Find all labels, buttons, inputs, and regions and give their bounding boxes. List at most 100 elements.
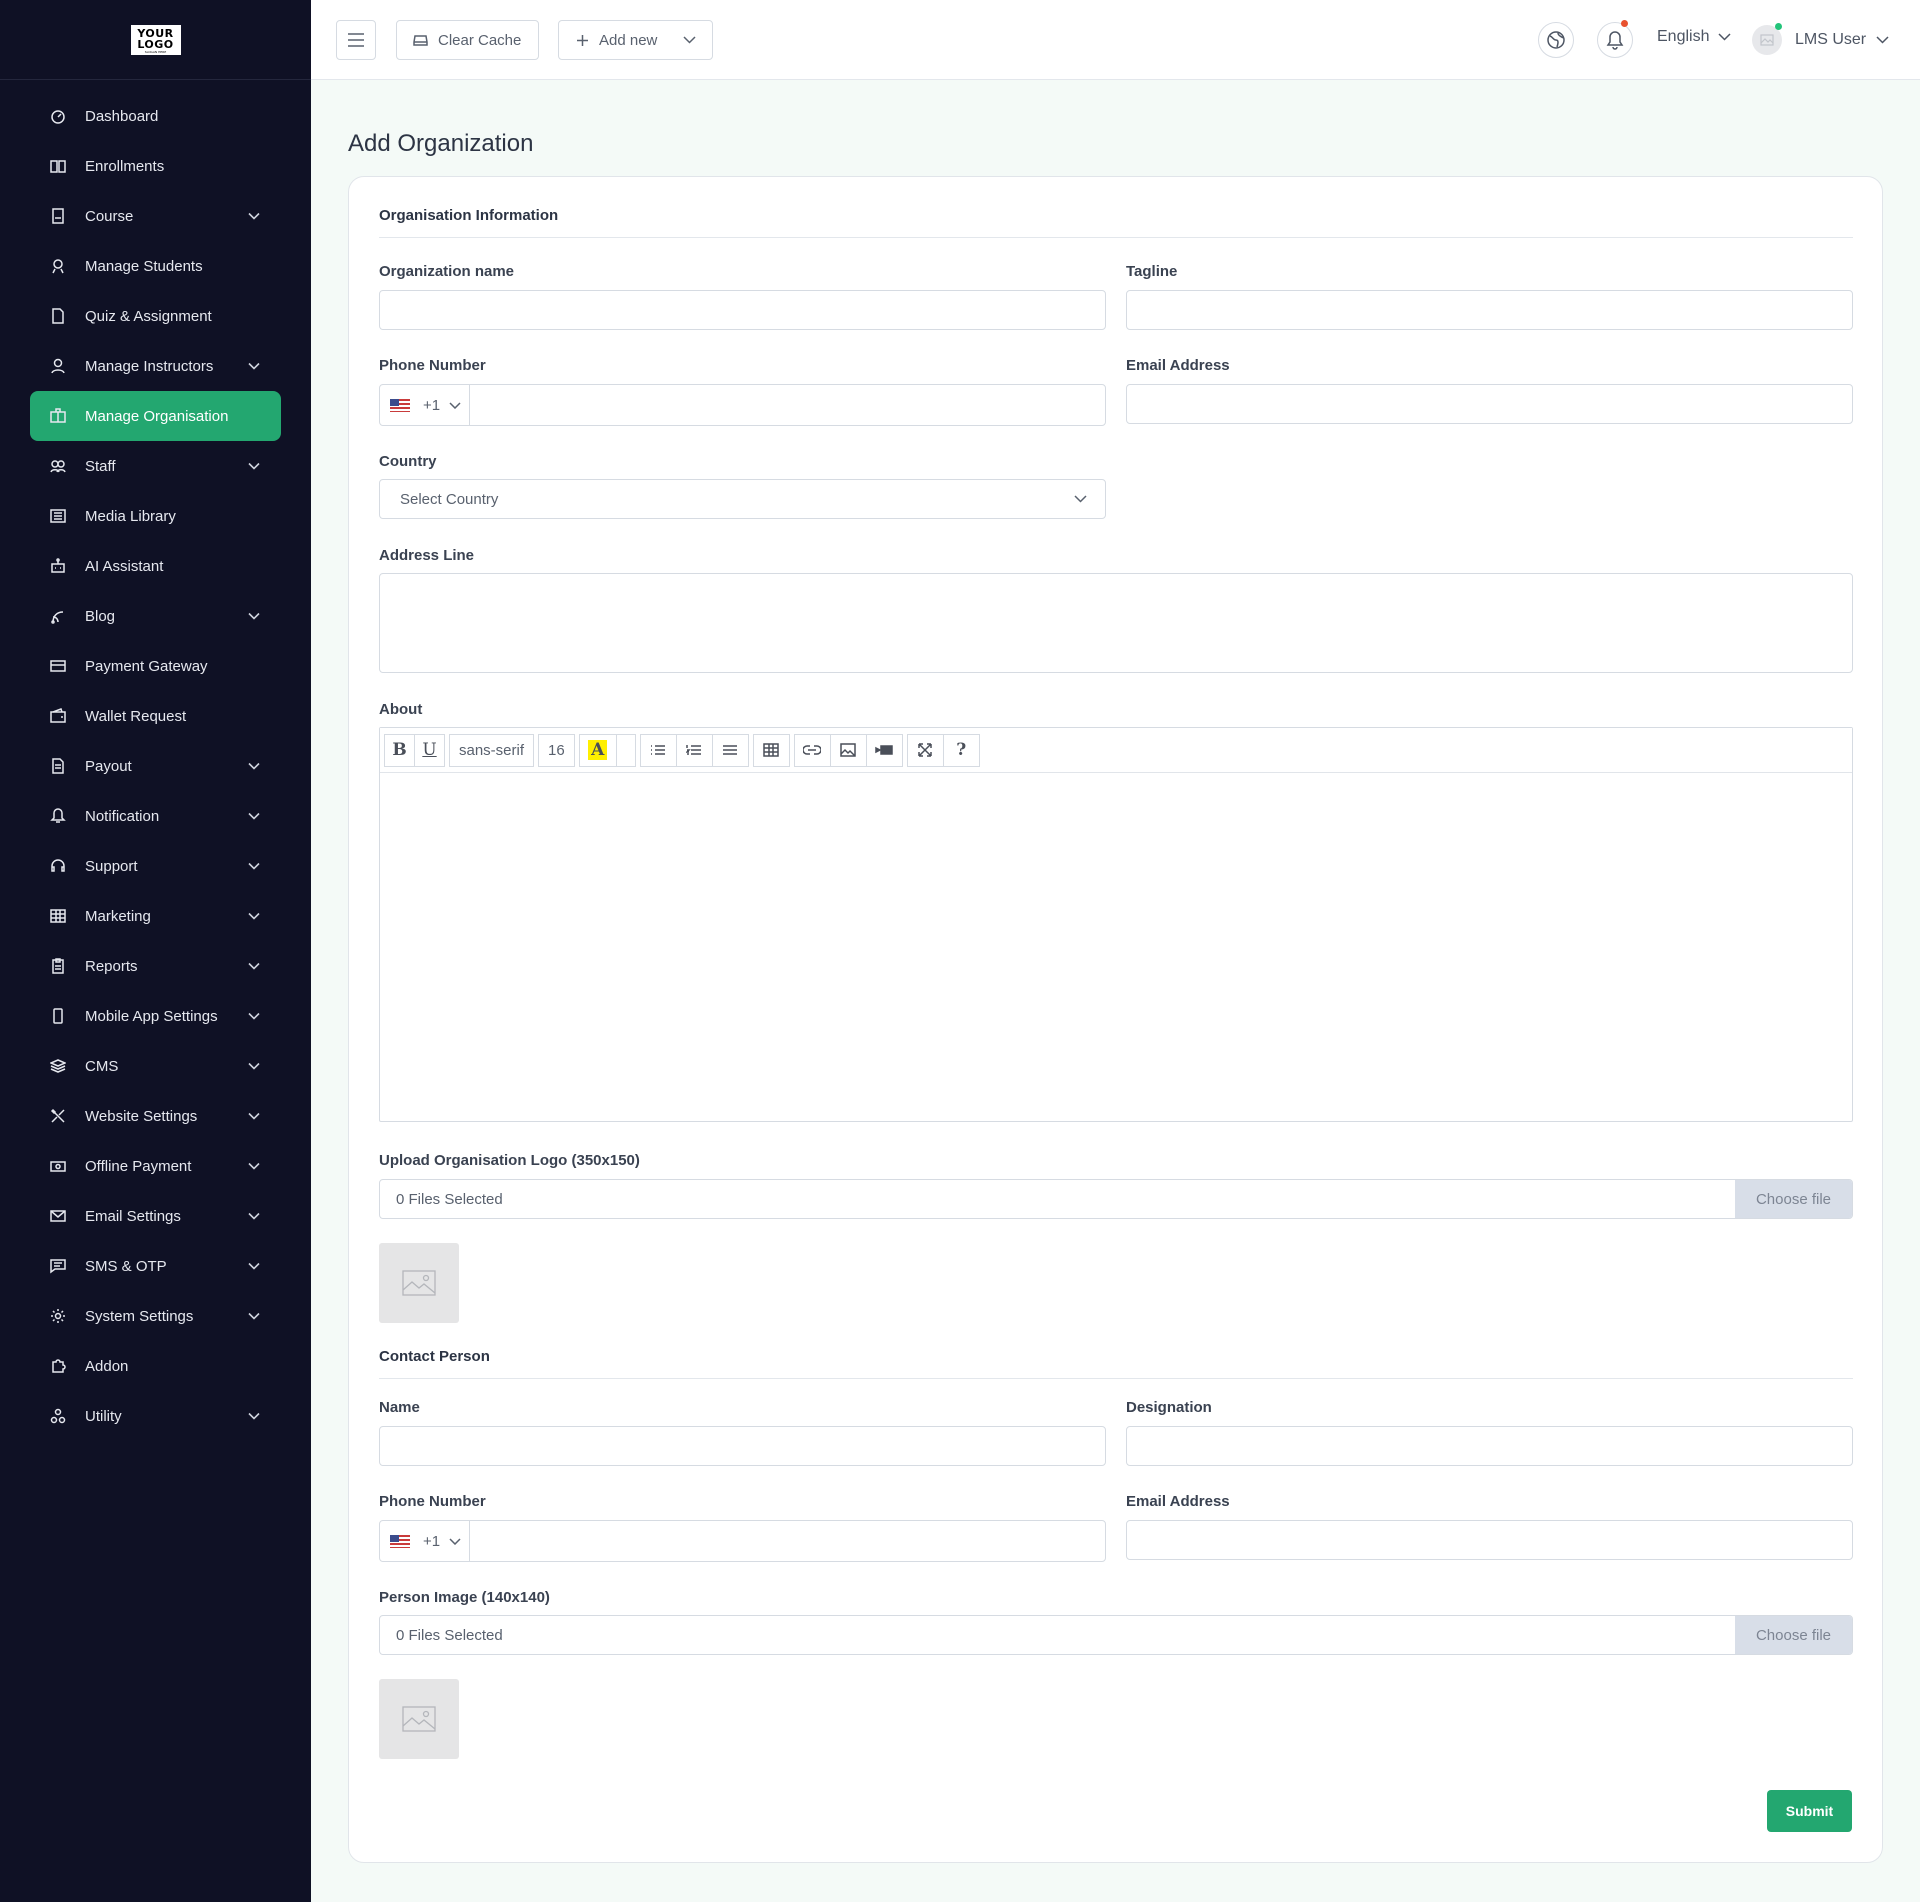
contact-phone-input[interactable] xyxy=(470,1522,1105,1560)
sidebar-item-enrollments[interactable]: Enrollments xyxy=(30,141,281,191)
sidebar-item-offline-payment[interactable]: Offline Payment xyxy=(30,1141,281,1191)
contact-country-code-selector[interactable]: +1 xyxy=(380,1521,470,1561)
logo-line-2: LOGO xyxy=(137,37,174,51)
person-image-choose-file-button[interactable]: Choose file xyxy=(1735,1616,1852,1654)
chevron-down-icon[interactable] xyxy=(247,859,261,873)
document-icon xyxy=(50,308,66,324)
chevron-down-icon[interactable] xyxy=(247,209,261,223)
fullscreen-button[interactable] xyxy=(906,733,944,767)
unordered-list-button[interactable] xyxy=(639,733,677,767)
tagline-input[interactable] xyxy=(1126,290,1853,330)
person-image-file-input[interactable]: 0 Files Selected Choose file xyxy=(379,1615,1853,1655)
chevron-down-icon[interactable] xyxy=(247,909,261,923)
chevron-down-icon[interactable] xyxy=(247,359,261,373)
chevron-down-icon[interactable] xyxy=(247,809,261,823)
country-code-selector[interactable]: +1 xyxy=(380,385,470,425)
sidebar-item-addon[interactable]: Addon xyxy=(30,1341,281,1391)
person-image-preview xyxy=(379,1679,459,1759)
sidebar-item-marketing[interactable]: Marketing xyxy=(30,891,281,941)
image-button[interactable] xyxy=(829,733,867,767)
submit-button[interactable]: Submit xyxy=(1767,1790,1852,1832)
color-dropdown-button[interactable] xyxy=(615,733,636,767)
sidebar-item-course[interactable]: Course xyxy=(30,191,281,241)
sidebar-item-sms-and-otp[interactable]: SMS & OTP xyxy=(30,1241,281,1291)
logo-file-input[interactable]: 0 Files Selected Choose file xyxy=(379,1179,1853,1219)
sidebar-item-mobile-app-settings[interactable]: Mobile App Settings xyxy=(30,991,281,1041)
sidebar-item-system-settings[interactable]: System Settings xyxy=(30,1291,281,1341)
chevron-down-icon[interactable] xyxy=(247,609,261,623)
sidebar-item-reports[interactable]: Reports xyxy=(30,941,281,991)
bold-button[interactable]: B xyxy=(384,733,415,767)
align-button[interactable] xyxy=(711,733,749,767)
sidebar-item-payout[interactable]: Payout xyxy=(30,741,281,791)
dashboard-icon xyxy=(50,108,66,124)
designation-input[interactable] xyxy=(1126,1426,1853,1466)
menu-toggle-button[interactable] xyxy=(336,20,376,60)
phone-input[interactable] xyxy=(470,386,1105,424)
clear-cache-button[interactable]: Clear Cache xyxy=(396,20,539,60)
language-selector[interactable]: English xyxy=(1657,28,1732,46)
sidebar-item-support[interactable]: Support xyxy=(30,841,281,891)
video-button[interactable] xyxy=(865,733,903,767)
phone-field: +1 xyxy=(379,384,1106,426)
logo[interactable]: YOUR LOGO SLOGAN HERE xyxy=(130,24,181,55)
chevron-down-icon[interactable] xyxy=(247,759,261,773)
chevron-down-icon[interactable] xyxy=(247,1109,261,1123)
chevron-down-icon[interactable] xyxy=(247,1059,261,1073)
help-button[interactable]: ? xyxy=(942,733,980,767)
link-button[interactable] xyxy=(793,733,831,767)
us-flag-icon xyxy=(390,398,410,412)
sidebar-item-manage-students[interactable]: Manage Students xyxy=(30,241,281,291)
font-family-dropdown[interactable]: sans-serif xyxy=(449,733,535,767)
font-size-dropdown[interactable]: 16 xyxy=(538,733,575,767)
editor-content-area[interactable] xyxy=(380,773,1852,1121)
chevron-down-icon[interactable] xyxy=(247,1159,261,1173)
contact-email-label: Email Address xyxy=(1126,1493,1230,1510)
underline-button[interactable]: U xyxy=(414,733,445,767)
sidebar-item-ai-assistant[interactable]: AI Assistant xyxy=(30,541,281,591)
sidebar-item-manage-organisation[interactable]: Manage Organisation xyxy=(30,391,281,441)
sidebar-item-blog[interactable]: Blog xyxy=(30,591,281,641)
text-color-button[interactable]: A xyxy=(578,733,617,767)
sidebar-item-website-settings[interactable]: Website Settings xyxy=(30,1091,281,1141)
logo-choose-file-button[interactable]: Choose file xyxy=(1735,1180,1852,1218)
chevron-down-icon[interactable] xyxy=(247,1409,261,1423)
sidebar-item-staff[interactable]: Staff xyxy=(30,441,281,491)
contact-name-input[interactable] xyxy=(379,1426,1106,1466)
country-select[interactable]: Select Country xyxy=(379,479,1106,519)
org-name-input[interactable] xyxy=(379,290,1106,330)
chevron-down-icon[interactable] xyxy=(247,1209,261,1223)
user-menu[interactable]: LMS User xyxy=(1752,23,1889,56)
image-icon xyxy=(840,743,856,757)
logo-area: YOUR LOGO SLOGAN HERE xyxy=(0,0,311,80)
email-input[interactable] xyxy=(1126,384,1853,424)
sidebar-item-quiz-and-assignment[interactable]: Quiz & Assignment xyxy=(30,291,281,341)
sidebar-item-dashboard[interactable]: Dashboard xyxy=(30,91,281,141)
sidebar-item-media-library[interactable]: Media Library xyxy=(30,491,281,541)
sidebar-item-manage-instructors[interactable]: Manage Instructors xyxy=(30,341,281,391)
add-new-button[interactable]: Add new xyxy=(558,20,713,60)
font-family-group: sans-serif xyxy=(449,733,535,767)
gear-icon xyxy=(50,1308,66,1324)
plus-icon xyxy=(577,34,588,46)
chevron-down-icon[interactable] xyxy=(247,1309,261,1323)
org-name-label: Organization name xyxy=(379,263,515,280)
address-textarea[interactable] xyxy=(379,573,1853,673)
chevron-down-icon[interactable] xyxy=(247,1009,261,1023)
course-icon xyxy=(50,208,66,224)
chevron-down-icon[interactable] xyxy=(247,959,261,973)
sidebar-item-payment-gateway[interactable]: Payment Gateway xyxy=(30,641,281,691)
table-button[interactable] xyxy=(752,733,790,767)
chevron-down-icon[interactable] xyxy=(247,459,261,473)
sidebar-item-email-settings[interactable]: Email Settings xyxy=(30,1191,281,1241)
chevron-down-icon[interactable] xyxy=(247,1259,261,1273)
sidebar-item-wallet-request[interactable]: Wallet Request xyxy=(30,691,281,741)
person-image-label: Person Image (140x140) xyxy=(379,1589,550,1606)
website-button[interactable] xyxy=(1538,22,1574,58)
ordered-list-button[interactable] xyxy=(675,733,713,767)
notifications-button[interactable] xyxy=(1597,20,1633,58)
sidebar-item-cms[interactable]: CMS xyxy=(30,1041,281,1091)
sidebar-item-notification[interactable]: Notification xyxy=(30,791,281,841)
sidebar-item-utility[interactable]: Utility xyxy=(30,1391,281,1441)
contact-email-input[interactable] xyxy=(1126,1520,1853,1560)
